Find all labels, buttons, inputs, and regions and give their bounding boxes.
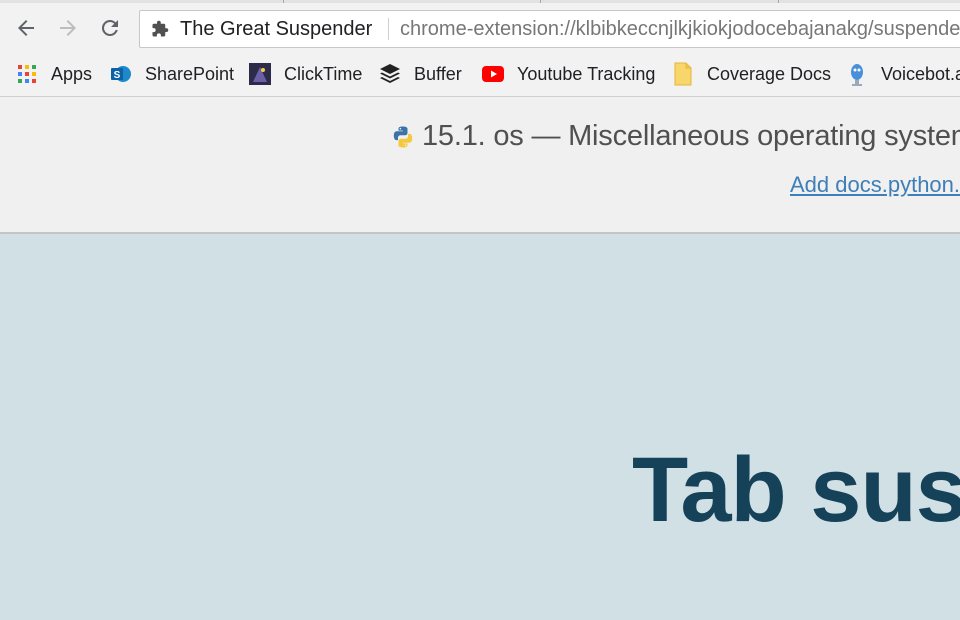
omnibox-divider	[388, 18, 389, 40]
url-text[interactable]: chrome-extension://klbibkeccnjlkjkiokjod…	[400, 11, 960, 47]
forward-arrow-icon	[60, 20, 76, 36]
reload-button[interactable]	[94, 12, 126, 44]
folder-icon	[672, 62, 694, 86]
bookmark-apps[interactable]: Apps	[16, 60, 92, 88]
bookmark-label: ClickTime	[284, 63, 363, 84]
whitelist-link[interactable]: Add docs.python.org to whitelist	[790, 172, 960, 198]
reload-icon	[101, 19, 118, 36]
bookmark-sharepoint[interactable]: S SharePoint	[110, 60, 234, 88]
forward-button[interactable]	[52, 12, 84, 44]
bookmark-label: Apps	[51, 63, 93, 84]
bookmarks-bar: Apps S SharePoint ClickTime Buffer Youtu…	[0, 56, 960, 92]
bookmark-buffer[interactable]: Buffer	[379, 60, 462, 88]
sharepoint-icon: S	[110, 63, 132, 85]
bookmark-label: Youtube Tracking	[517, 63, 656, 84]
browser-chrome: The Great Suspender chrome-extension://k…	[0, 0, 960, 97]
bookmark-label: SharePoint	[145, 63, 235, 84]
bookmark-label: Coverage Docs	[707, 63, 832, 84]
browser-toolbar: The Great Suspender chrome-extension://k…	[0, 6, 960, 54]
bookmark-label: Buffer	[414, 63, 462, 84]
back-button[interactable]	[10, 12, 42, 44]
youtube-icon	[482, 63, 504, 85]
suspended-main-area[interactable]: Tab suspended	[0, 234, 960, 620]
python-logo-icon	[393, 126, 413, 147]
page-title: 15.1. os — Miscellaneous operating syste…	[422, 120, 960, 152]
tab-suspended-heading: Tab suspended	[632, 439, 960, 541]
clicktime-icon	[249, 63, 271, 85]
svg-text:S: S	[114, 70, 121, 81]
bookmark-label: Voicebot.ai	[881, 63, 960, 84]
address-bar[interactable]: The Great Suspender chrome-extension://k…	[139, 10, 960, 48]
suspended-page-header: 15.1. os — Miscellaneous operating syste…	[0, 97, 960, 234]
bookmark-voicebot[interactable]: Voicebot.ai	[846, 60, 960, 88]
buffer-icon	[379, 63, 401, 85]
voicebot-icon	[846, 63, 868, 86]
bookmark-coverage-docs[interactable]: Coverage Docs	[672, 60, 831, 88]
back-arrow-icon	[18, 20, 34, 36]
tab-strip-edge	[0, 0, 960, 3]
extension-puzzle-icon	[152, 20, 169, 37]
bookmark-youtube-tracking[interactable]: Youtube Tracking	[482, 60, 655, 88]
apps-grid-icon	[16, 63, 38, 85]
suspended-tab-title-row: 15.1. os — Miscellaneous operating syste…	[391, 120, 960, 153]
bookmark-clicktime[interactable]: ClickTime	[249, 60, 362, 88]
site-name: The Great Suspender	[180, 18, 373, 40]
